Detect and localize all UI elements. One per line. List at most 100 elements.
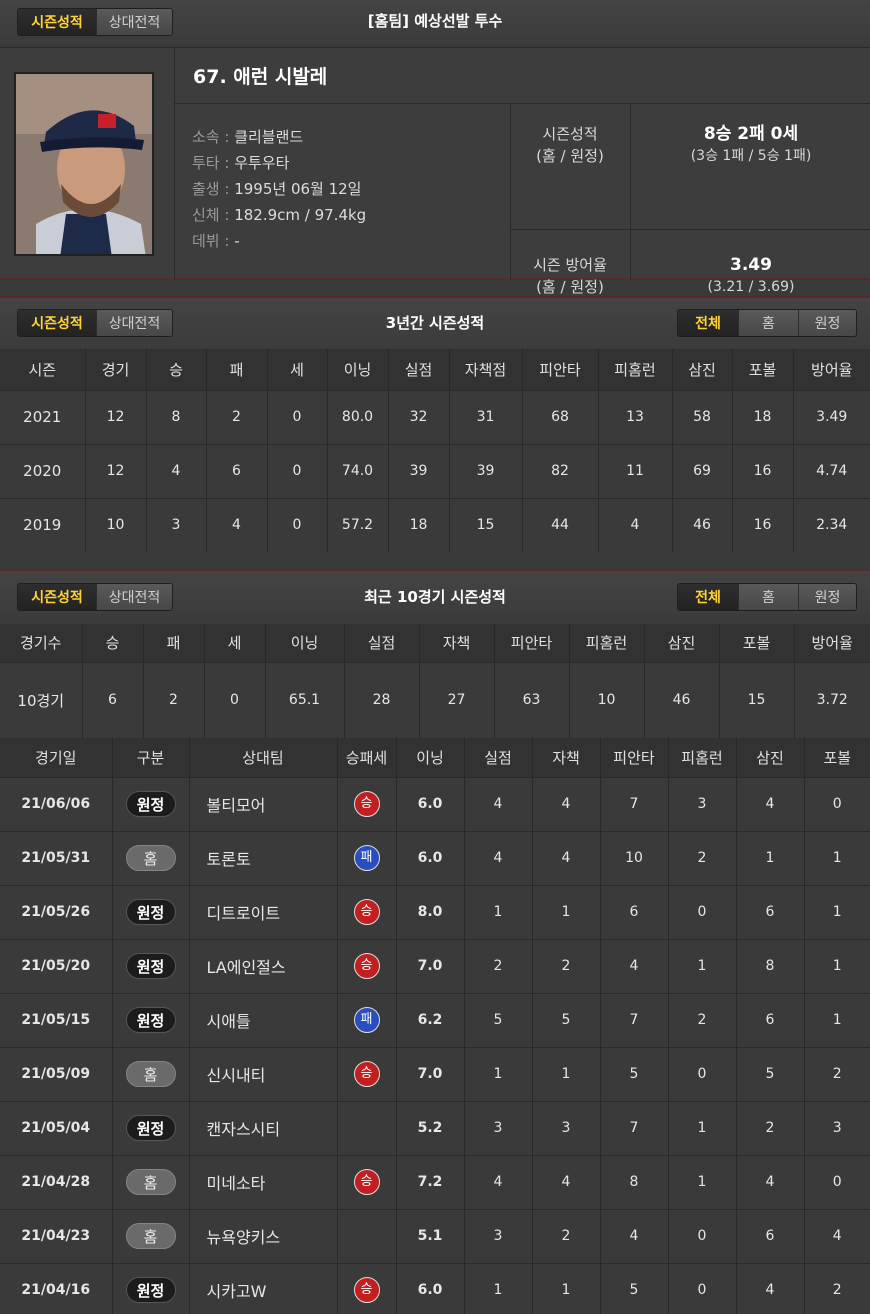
table-row: 21/05/15 원정 시애틀 패 6.2 5 5 7 2 6 1 (0, 992, 870, 1047)
stat-hr: 2 (667, 830, 736, 885)
cell: 10 (568, 661, 644, 738)
col-header: 실점 (343, 624, 419, 662)
home-badge: 홈 (125, 845, 176, 871)
cell: 4 (145, 443, 206, 498)
three-year-header-bar: 시즌성적 상대전적 3년간 시즌성적 전체 홈 원정 (0, 296, 870, 349)
stat-r: 1 (463, 884, 532, 939)
info-label: 투타 (192, 154, 220, 172)
record-value: 8승 2패 0세 (3승 1패 / 5승 1패) (630, 104, 870, 229)
col-header: 패 (142, 624, 204, 662)
col-header: 패 (205, 349, 267, 390)
col-header: 자책 (531, 738, 600, 777)
stat-bb: 2 (803, 1262, 870, 1314)
info-label: 데뷔 (192, 232, 220, 250)
table-row: 2019 10 3 4 0 57.2 18 15 44 4 46 16 2.34 (0, 497, 870, 552)
location-cell: 원정 (111, 884, 189, 939)
info-value: 클리블랜드 (234, 128, 304, 146)
away-badge: 원정 (125, 953, 176, 979)
stat-bb: 3 (803, 1100, 870, 1155)
opponent-team: 디트로이트 (188, 884, 337, 939)
player-profile: 67. 애런 시발레 소속 : 클리블랜드 투타 : 우투우타 출생 : 199… (0, 47, 870, 296)
filter-away[interactable]: 원정 (798, 584, 856, 610)
stat-hr: 2 (667, 992, 736, 1047)
info-throw-bat: 투타 : 우투우타 (192, 154, 290, 172)
stat-ip: 6.0 (395, 776, 464, 831)
stat-r: 3 (463, 1208, 532, 1263)
filter-home[interactable]: 홈 (738, 584, 798, 610)
location-cell: 원정 (111, 1100, 189, 1155)
location-cell: 홈 (111, 1208, 189, 1263)
opponent-team: 토론토 (188, 830, 337, 885)
win-badge: 승 (353, 1277, 380, 1304)
cell: 32 (387, 389, 449, 444)
win-badge: 승 (353, 1061, 380, 1087)
stat-hr: 0 (667, 1262, 736, 1314)
info-label: 소속 (192, 128, 220, 146)
cell: 39 (387, 443, 449, 498)
game-date: 21/05/31 (0, 830, 112, 885)
result-cell: 승 (336, 1046, 396, 1101)
stat-ip: 6.2 (395, 992, 464, 1047)
opponent-team: 신시내티 (188, 1046, 337, 1101)
cell: 27 (418, 661, 494, 738)
three-year-table: 시즌 경기 승 패 세 이닝 실점 자책점 피안타 피홈런 삼진 포볼 방어율 … (0, 349, 870, 552)
result-cell (336, 1100, 396, 1155)
filter-away[interactable]: 원정 (798, 310, 856, 336)
era-value: 3.49 (3.21 / 3.69) (630, 230, 870, 295)
loss-badge: 패 (353, 1007, 380, 1033)
cell: 82 (521, 443, 598, 498)
stat-hr: 1 (667, 1100, 736, 1155)
stat-so: 8 (735, 938, 804, 993)
cell: 18 (387, 497, 449, 552)
filter-home[interactable]: 홈 (738, 310, 798, 336)
stat-h: 5 (599, 1262, 668, 1314)
stat-r: 4 (463, 830, 532, 885)
stat-r: 5 (463, 992, 532, 1047)
stat-bb: 0 (803, 1154, 870, 1209)
stat-er: 1 (531, 1262, 600, 1314)
stat-ip: 6.0 (395, 830, 464, 885)
cell: 44 (521, 497, 598, 552)
cell: 4.74 (792, 443, 870, 498)
table-row: 21/04/28 홈 미네소타 승 7.2 4 4 8 1 4 0 (0, 1154, 870, 1209)
col-header: 포볼 (803, 738, 870, 777)
col-header: 세 (266, 349, 327, 390)
location-filter-group: 전체 홈 원정 (677, 583, 857, 611)
stat-so: 4 (735, 1154, 804, 1209)
stat-r: 4 (463, 1154, 532, 1209)
cell: 15 (448, 497, 522, 552)
location-cell: 원정 (111, 992, 189, 1047)
game-date: 21/05/15 (0, 992, 112, 1047)
result-cell (336, 1208, 396, 1263)
info-value: 1995년 06월 12일 (234, 180, 362, 198)
stat-hr: 0 (667, 1046, 736, 1101)
stat-r: 3 (463, 1100, 532, 1155)
col-header: 세 (203, 624, 265, 662)
cell: 15 (718, 661, 794, 738)
stat-r: 4 (463, 776, 532, 831)
result-cell: 승 (336, 776, 396, 831)
stat-r: 1 (463, 1262, 532, 1314)
stat-bb: 1 (803, 830, 870, 885)
table-row: 21/05/04 원정 캔자스시티 5.2 3 3 7 1 2 3 (0, 1100, 870, 1155)
result-cell: 승 (336, 938, 396, 993)
col-header: 승 (81, 624, 143, 662)
table-row: 21/04/16 원정 시카고W 승 6.0 1 1 5 0 4 2 (0, 1262, 870, 1314)
era-main: 3.49 (730, 255, 772, 275)
stat-bb: 2 (803, 1046, 870, 1101)
result-cell: 승 (336, 1154, 396, 1209)
cell: 6 (205, 443, 267, 498)
game-date: 21/04/23 (0, 1208, 112, 1263)
stat-so: 1 (735, 830, 804, 885)
cell: 2 (205, 389, 267, 444)
info-value: 우투우타 (234, 154, 290, 172)
cell: 2020 (0, 443, 85, 498)
player-photo (14, 72, 154, 256)
era-label-line2: (홈 / 원정) (536, 278, 604, 296)
filter-all[interactable]: 전체 (678, 310, 738, 336)
filter-all[interactable]: 전체 (678, 584, 738, 610)
stat-bb: 1 (803, 884, 870, 939)
home-badge: 홈 (125, 1061, 176, 1087)
opponent-team: 시애틀 (188, 992, 337, 1047)
table-row: 21/06/06 원정 볼티모어 승 6.0 4 4 7 3 4 0 (0, 776, 870, 831)
